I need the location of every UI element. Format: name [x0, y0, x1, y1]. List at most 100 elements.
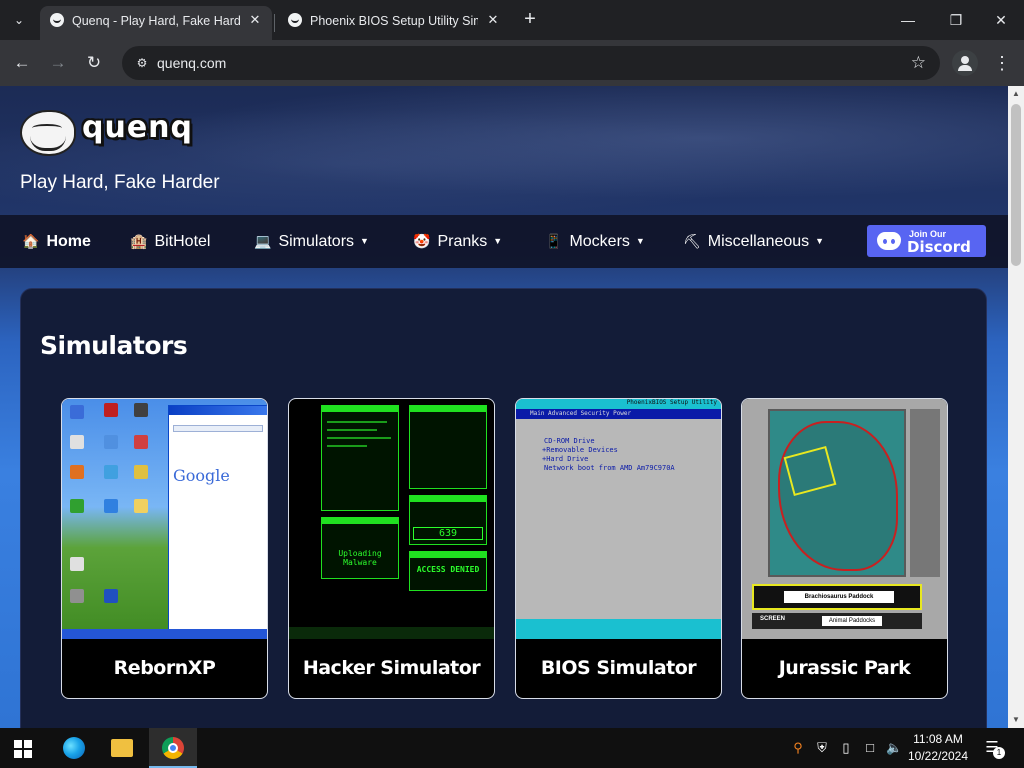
- pickaxe-icon: ⛏: [683, 233, 701, 249]
- desktop-icon: [134, 499, 148, 513]
- bios-footer: [516, 619, 721, 639]
- screen-label: SCREEN: [760, 616, 786, 622]
- tab-quenq[interactable]: Quenq - Play Hard, Fake Harder ✕: [40, 6, 272, 40]
- island-outline: [778, 421, 898, 571]
- address-bar[interactable]: ⚙ quenq.com ☆: [122, 46, 940, 80]
- tab-search-icon[interactable]: ⌄: [8, 9, 30, 31]
- bios-boot-list: CD-ROM Drive +Removable Devices +Hard Dr…: [542, 437, 675, 473]
- edge-taskbar-icon[interactable]: [50, 728, 98, 768]
- file-explorer-icon[interactable]: [98, 728, 146, 768]
- nav-simulators[interactable]: 💻 Simulators ▼: [254, 215, 369, 268]
- nav-miscellaneous[interactable]: ⛏ Miscellaneous ▼: [683, 215, 824, 268]
- security-shield-icon[interactable]: ⛨: [814, 739, 830, 757]
- browser-tab-strip: ⌄ Quenq - Play Hard, Fake Harder ✕ Phoen…: [0, 0, 1024, 40]
- ie-window: Google: [168, 405, 267, 633]
- tab-divider: [274, 14, 275, 32]
- screen-bar: SCREEN Animal Paddocks: [752, 613, 922, 629]
- boot-item: +Removable Devices: [542, 446, 618, 454]
- upload-text: Uploading Malware: [338, 549, 382, 567]
- card-label: Jurassic Park: [778, 657, 911, 679]
- home-icon: 🏠: [22, 233, 40, 249]
- chevron-down-icon: ▼: [815, 236, 825, 246]
- laptop-icon: 💻: [254, 233, 272, 249]
- page-viewport: quenq Play Hard, Fake Harder 🏠 Home 🏨 BitH…: [0, 86, 1008, 728]
- new-tab-button[interactable]: +: [518, 8, 542, 32]
- hacker-thumbnail: 639 Uploading Malware ACCESS DENIED: [289, 399, 494, 639]
- paddock-selector: Brachiosaurus Paddock: [752, 584, 922, 610]
- browser-menu-icon[interactable]: ⋮: [992, 50, 1012, 76]
- window-close-icon[interactable]: ✕: [983, 6, 1019, 34]
- nav-pranks[interactable]: 🤡 Pranks ▼: [413, 215, 502, 268]
- page-scrollbar[interactable]: ▲ ▼: [1008, 86, 1024, 728]
- boot-item: CD-ROM Drive: [544, 437, 595, 445]
- discord-icon: [877, 232, 901, 250]
- restore-icon[interactable]: ❐: [938, 6, 974, 34]
- logo-wordmark: quenq: [82, 110, 194, 145]
- minimize-icon[interactable]: —: [890, 6, 926, 34]
- card-label: BIOS Simulator: [540, 657, 697, 679]
- park-map: [768, 409, 906, 577]
- reload-icon[interactable]: ↻: [81, 50, 107, 76]
- forward-icon[interactable]: →: [45, 50, 71, 76]
- xp-taskbar: [62, 629, 267, 639]
- discord-big-label: Discord: [907, 238, 971, 256]
- notification-center-icon[interactable]: ☰ 1: [982, 738, 1005, 759]
- back-icon[interactable]: ←: [9, 50, 35, 76]
- chevron-down-icon: ▼: [635, 236, 645, 246]
- network-icon[interactable]: □: [862, 739, 878, 757]
- nav-label: Pranks: [437, 233, 488, 250]
- clown-icon: 🤡: [413, 233, 431, 249]
- url-text[interactable]: quenq.com: [157, 55, 226, 71]
- tab-bios[interactable]: Phoenix BIOS Setup Utility Simulator ✕: [278, 6, 510, 40]
- section-title: Simulators: [40, 331, 188, 360]
- profile-icon[interactable]: [952, 50, 978, 76]
- usb-device-icon[interactable]: ▯: [838, 739, 854, 757]
- nav-bithotel[interactable]: 🏨 BitHotel: [130, 215, 210, 268]
- terminal-line: [327, 445, 367, 447]
- phone-icon: 📱: [545, 233, 563, 249]
- site-logo[interactable]: quenq: [20, 108, 192, 158]
- terminal-line: [327, 429, 377, 431]
- desktop-icon: [70, 465, 84, 479]
- system-clock[interactable]: 11:08 AM 10/22/2024: [906, 731, 970, 765]
- card-label: Hacker Simulator: [302, 657, 481, 679]
- chevron-down-icon: ▼: [493, 236, 503, 246]
- access-denied-text: ACCESS DENIED: [416, 565, 480, 574]
- google-logo: Google: [173, 466, 230, 485]
- nav-home[interactable]: 🏠 Home: [22, 215, 91, 268]
- scrollbar-thumb[interactable]: [1011, 104, 1021, 266]
- nav-label: Miscellaneous: [707, 233, 810, 250]
- desktop-icon: [134, 465, 148, 479]
- search-tray-icon[interactable]: ⚲: [790, 739, 806, 757]
- upload-window: [321, 517, 399, 579]
- desktop-icon: [70, 405, 84, 419]
- windows-start-icon[interactable]: [14, 740, 32, 758]
- discord-button[interactable]: Join Our Discord: [867, 225, 986, 257]
- main-nav: 🏠 Home 🏨 BitHotel 💻 Simulators ▼ 🤡 Pranks ▼ 📱 M…: [0, 215, 1008, 268]
- desktop-icon: [104, 435, 118, 449]
- desktop-icon: [134, 435, 148, 449]
- chrome-taskbar-icon[interactable]: [149, 728, 197, 768]
- bookmark-star-icon[interactable]: ☆: [911, 53, 926, 73]
- directory-window: [409, 405, 487, 489]
- boot-item: Network boot from AMD Am79C970A: [544, 464, 675, 472]
- scroll-up-icon[interactable]: ▲: [1008, 86, 1024, 102]
- clock-date: 10/22/2024: [907, 749, 969, 763]
- close-tab-icon[interactable]: ✕: [484, 8, 502, 27]
- close-tab-icon[interactable]: ✕: [246, 8, 264, 27]
- scroll-down-icon[interactable]: ▼: [1008, 712, 1024, 728]
- troll-favicon-icon: [50, 13, 64, 27]
- card-jurassic-park[interactable]: Brachiosaurus Paddock SCREEN Animal Padd…: [741, 398, 948, 699]
- card-rebornxp[interactable]: Google RebornXP: [61, 398, 268, 699]
- nav-mockers[interactable]: 📱 Mockers ▼: [545, 215, 645, 268]
- browser-toolbar: ← → ↻ ⚙ quenq.com ☆ ⋮: [0, 40, 1024, 86]
- troll-favicon-icon: [288, 13, 302, 27]
- card-bios-simulator[interactable]: PhoenixBIOS Setup Utility Main Advanced …: [515, 398, 722, 699]
- card-hacker-simulator[interactable]: 639 Uploading Malware ACCESS DENIED Hack…: [288, 398, 495, 699]
- desktop-icon: [70, 557, 84, 571]
- troll-face-icon: [20, 110, 76, 156]
- site-info-icon[interactable]: ⚙: [134, 55, 150, 71]
- volume-muted-icon[interactable]: 🔈: [886, 739, 902, 757]
- desktop-icon: [104, 403, 118, 417]
- nav-label: Simulators: [278, 233, 355, 250]
